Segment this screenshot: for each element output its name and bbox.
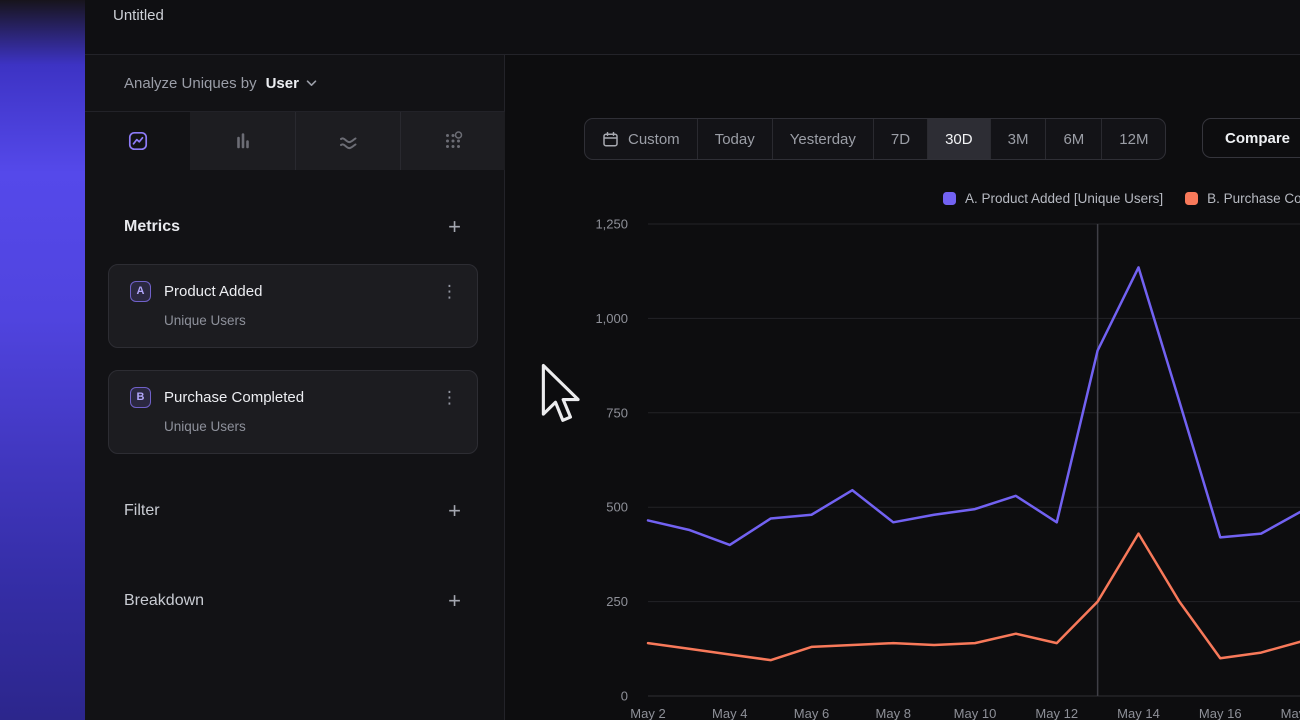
left-gradient-rail [0, 0, 85, 720]
metrics-header: Metrics [124, 218, 180, 236]
range-12m-button[interactable]: 12M [1101, 119, 1165, 159]
x-tick-label: May 6 [794, 706, 829, 720]
calendar-icon [602, 131, 619, 148]
x-tick-label: May 14 [1117, 706, 1160, 720]
document-title[interactable]: Untitled [113, 7, 164, 24]
x-tick-label: May 10 [954, 706, 997, 720]
chart-type-tabs [85, 112, 505, 170]
series-line [648, 534, 1300, 660]
range-custom-label: Custom [628, 131, 680, 148]
range-custom-button[interactable]: Custom [585, 119, 697, 159]
legend-swatch [943, 192, 956, 205]
legend-label: A. Product Added [Unique Users] [965, 191, 1163, 206]
range-6m-button[interactable]: 6M [1045, 119, 1101, 159]
kebab-menu-icon[interactable]: ⋮ [438, 283, 461, 300]
metric-card-b[interactable]: B Purchase Completed ⋮ Unique Users [108, 370, 478, 454]
add-metric-button[interactable]: + [448, 217, 461, 237]
tab-line-chart[interactable] [85, 112, 190, 170]
metrics-header-row: Metrics + [85, 211, 505, 243]
bar-chart-icon [232, 130, 254, 152]
metric-card-b-header: B Purchase Completed ⋮ [130, 384, 461, 410]
metric-title-b: Purchase Completed [164, 389, 304, 406]
metric-subtitle-b[interactable]: Unique Users [164, 419, 461, 434]
legend-item[interactable]: B. Purchase Completed [Unique Users] [1185, 191, 1300, 206]
add-breakdown-button[interactable]: + [448, 591, 461, 611]
chart-panel: 0 250 500 750 1,000 1,250 May 2 May 4 May 6 May 8… [505, 55, 1300, 720]
x-tick-label: May 18 [1281, 706, 1300, 720]
range-30d-button[interactable]: 30D [927, 119, 990, 159]
sidebar: Analyze Uniques by User [85, 55, 505, 720]
x-tick-label: May 12 [1035, 706, 1078, 720]
y-tick-label: 500 [606, 500, 628, 515]
grid-dots-icon [442, 130, 464, 152]
metric-badge-a: A [130, 281, 151, 302]
series-line [648, 267, 1300, 545]
range-3m-button[interactable]: 3M [990, 119, 1046, 159]
filter-header: Filter [124, 502, 160, 520]
legend-item[interactable]: A. Product Added [Unique Users] [943, 191, 1163, 206]
tab-bar-chart[interactable] [190, 112, 295, 170]
x-tick-label: May 16 [1199, 706, 1242, 720]
flow-icon [337, 130, 359, 152]
top-bar: Untitled [85, 0, 1300, 55]
line-chart-icon [127, 130, 149, 152]
analyze-by-label: Analyze Uniques by [124, 75, 257, 92]
x-tick-label: May 8 [876, 706, 911, 720]
chevron-down-icon [306, 80, 317, 87]
filter-row: Filter + [85, 495, 505, 527]
breakdown-header: Breakdown [124, 592, 204, 610]
x-tick-label: May 4 [712, 706, 747, 720]
breakdown-row: Breakdown + [85, 585, 505, 617]
y-tick-label: 250 [606, 594, 628, 609]
analyze-by-dropdown[interactable]: User [266, 75, 317, 92]
range-yesterday-button[interactable]: Yesterday [772, 119, 873, 159]
chart-legend: A. Product Added [Unique Users] B. Purcha… [943, 191, 1300, 206]
analyze-by-value: User [266, 75, 299, 92]
metric-card-a-header: A Product Added ⋮ [130, 278, 461, 304]
y-tick-label: 0 [621, 689, 628, 704]
compare-button[interactable]: Compare [1202, 118, 1300, 158]
range-today-button[interactable]: Today [697, 119, 772, 159]
y-tick-label: 750 [606, 405, 628, 420]
tab-flow-chart[interactable] [295, 112, 400, 170]
metric-badge-b: B [130, 387, 151, 408]
metric-card-a[interactable]: A Product Added ⋮ Unique Users [108, 264, 478, 348]
tab-grid-view[interactable] [400, 112, 505, 170]
metric-subtitle-a[interactable]: Unique Users [164, 313, 461, 328]
legend-label: B. Purchase Completed [Unique Users] [1207, 191, 1300, 206]
y-tick-label: 1,000 [595, 311, 628, 326]
x-tick-label: May 2 [630, 706, 665, 720]
analyze-by-row: Analyze Uniques by User [85, 55, 505, 112]
y-tick-label: 1,250 [595, 217, 628, 232]
range-7d-button[interactable]: 7D [873, 119, 927, 159]
legend-swatch [1185, 192, 1198, 205]
add-filter-button[interactable]: + [448, 501, 461, 521]
kebab-menu-icon[interactable]: ⋮ [438, 389, 461, 406]
metric-title-a: Product Added [164, 283, 262, 300]
mouse-cursor [538, 362, 580, 428]
date-range-group: Custom Today Yesterday 7D 30D 3M 6M 12M [584, 118, 1166, 160]
